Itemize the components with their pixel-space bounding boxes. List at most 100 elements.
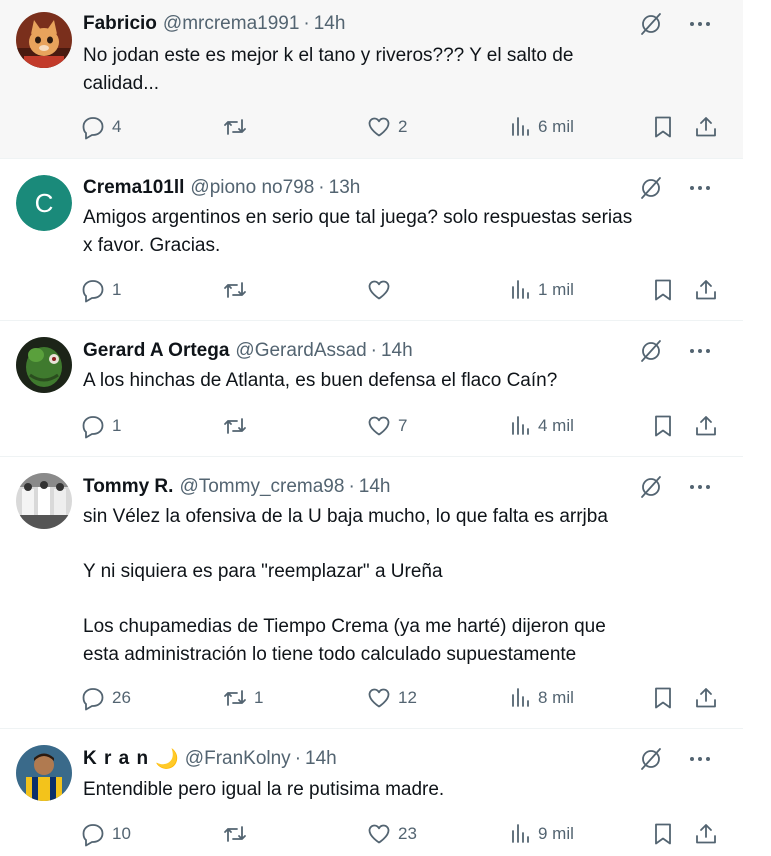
more-icon[interactable] — [687, 745, 713, 773]
views-button[interactable]: 9 mil — [508, 820, 574, 848]
reply-icon — [82, 824, 104, 847]
views-button[interactable]: 4 mil — [508, 412, 574, 440]
views-count: 9 mil — [538, 824, 574, 843]
like-button[interactable]: 2 — [366, 113, 407, 141]
bookmark-button[interactable] — [650, 684, 676, 712]
tweet-text: sin Vélez la ofensiva de la U baja mucho… — [83, 506, 608, 665]
tweet-header: Gerard A Ortega @GerardAssad · 14h — [83, 337, 703, 365]
avatar[interactable] — [16, 337, 72, 393]
avatar[interactable] — [16, 473, 72, 529]
share-button[interactable] — [693, 684, 719, 712]
reply-button[interactable]: 1 — [80, 276, 121, 304]
reply-button[interactable]: 4 — [80, 113, 121, 141]
svg-text:C: C — [35, 188, 54, 218]
retweet-button[interactable] — [222, 820, 254, 848]
views-icon — [512, 688, 529, 707]
share-button[interactable] — [693, 276, 719, 304]
reply-count: 4 — [112, 117, 122, 136]
timestamp[interactable]: 14h — [381, 340, 413, 362]
user-handle[interactable]: @piono no798 — [190, 177, 314, 199]
like-button[interactable]: 23 — [366, 820, 417, 848]
avatar[interactable] — [16, 745, 72, 801]
tweet[interactable]: Gerard A Ortega @GerardAssad · 14h A los… — [0, 320, 743, 457]
reply-count: 26 — [112, 688, 131, 707]
bookmark-icon — [655, 415, 671, 437]
display-name[interactable]: Crema101ll — [83, 177, 184, 199]
bookmark-button[interactable] — [650, 113, 676, 141]
display-name[interactable]: Tommy R. — [83, 476, 173, 498]
retweet-button[interactable]: 1 — [222, 684, 263, 712]
user-handle[interactable]: @mrcrema1991 — [163, 13, 300, 35]
tweet-text: No jodan este es mejor k el tano y river… — [83, 45, 574, 94]
tweet-header: Crema101ll @piono no798 · 13h — [83, 174, 703, 202]
grok-icon[interactable] — [637, 174, 665, 202]
retweet-icon — [224, 690, 246, 706]
reply-count: 1 — [112, 280, 122, 299]
display-name[interactable]: Fabricio — [83, 13, 157, 35]
display-name[interactable]: Gerard A Ortega — [83, 340, 229, 362]
like-button[interactable] — [366, 276, 398, 304]
grok-icon[interactable] — [637, 337, 665, 365]
views-icon — [512, 416, 529, 435]
views-button[interactable]: 6 mil — [508, 113, 574, 141]
avatar[interactable]: C — [16, 175, 72, 231]
views-icon — [512, 280, 529, 299]
share-button[interactable] — [693, 113, 719, 141]
separator-dot: · — [348, 476, 355, 497]
bookmark-button[interactable] — [650, 820, 676, 848]
like-button[interactable]: 12 — [366, 684, 417, 712]
reply-button[interactable]: 10 — [80, 820, 131, 848]
share-button[interactable] — [693, 412, 719, 440]
timestamp[interactable]: 13h — [329, 177, 361, 199]
like-count: 12 — [398, 688, 417, 707]
views-button[interactable]: 1 mil — [508, 276, 574, 304]
tweet-header: Tommy R. @Tommy_crema98 · 14h — [83, 473, 703, 501]
like-count: 2 — [398, 117, 408, 136]
separator-dot: · — [318, 177, 325, 198]
user-handle[interactable]: @GerardAssad — [235, 340, 366, 362]
tweet-text: Amigos argentinos en serio que tal juega… — [83, 207, 633, 256]
timestamp[interactable]: 14h — [359, 476, 391, 498]
display-name[interactable]: K r a n — [83, 748, 149, 770]
retweet-button[interactable] — [222, 276, 254, 304]
more-icon[interactable] — [687, 473, 713, 501]
like-icon — [368, 117, 390, 137]
bookmark-button[interactable] — [650, 276, 676, 304]
action-bar: 1 1 mil — [80, 276, 720, 304]
tweet[interactable]: K r a n 🌙 @FranKolny · 14h Entendible pe… — [0, 728, 743, 856]
tweet[interactable]: Fabricio @mrcrema1991 · 14h No jodan est… — [0, 0, 743, 159]
reply-count: 1 — [112, 416, 122, 435]
grok-icon[interactable] — [637, 10, 665, 38]
tweet[interactable]: C Crema101ll @piono no798 · 13h Amigos a… — [0, 158, 743, 321]
views-count: 8 mil — [538, 688, 574, 707]
reply-button[interactable]: 26 — [80, 684, 131, 712]
more-icon[interactable] — [687, 337, 713, 365]
views-icon — [512, 117, 529, 136]
views-button[interactable]: 8 mil — [508, 684, 574, 712]
bookmark-icon — [655, 823, 671, 845]
player-avatar-image — [16, 745, 72, 801]
retweet-button[interactable] — [222, 113, 254, 141]
like-button[interactable]: 7 — [366, 412, 407, 440]
more-icon[interactable] — [687, 10, 713, 38]
grok-icon[interactable] — [637, 473, 665, 501]
timestamp[interactable]: 14h — [305, 748, 337, 770]
user-handle[interactable]: @FranKolny — [185, 748, 291, 770]
avatar[interactable] — [16, 12, 72, 68]
timestamp[interactable]: 14h — [314, 13, 346, 35]
retweet-icon — [224, 282, 246, 298]
retweet-count: 1 — [254, 688, 264, 707]
reply-icon — [82, 117, 104, 140]
more-icon[interactable] — [687, 174, 713, 202]
user-handle[interactable]: @Tommy_crema98 — [179, 476, 344, 498]
reply-button[interactable]: 1 — [80, 412, 121, 440]
cat-avatar-image — [16, 12, 72, 68]
like-icon — [368, 824, 390, 844]
bookmark-button[interactable] — [650, 412, 676, 440]
retweet-button[interactable] — [222, 412, 254, 440]
grok-icon[interactable] — [637, 745, 665, 773]
separator-dot: · — [370, 340, 377, 361]
share-button[interactable] — [693, 820, 719, 848]
share-icon — [696, 688, 716, 708]
tweet[interactable]: Tommy R. @Tommy_crema98 · 14h sin Vélez … — [0, 456, 743, 729]
